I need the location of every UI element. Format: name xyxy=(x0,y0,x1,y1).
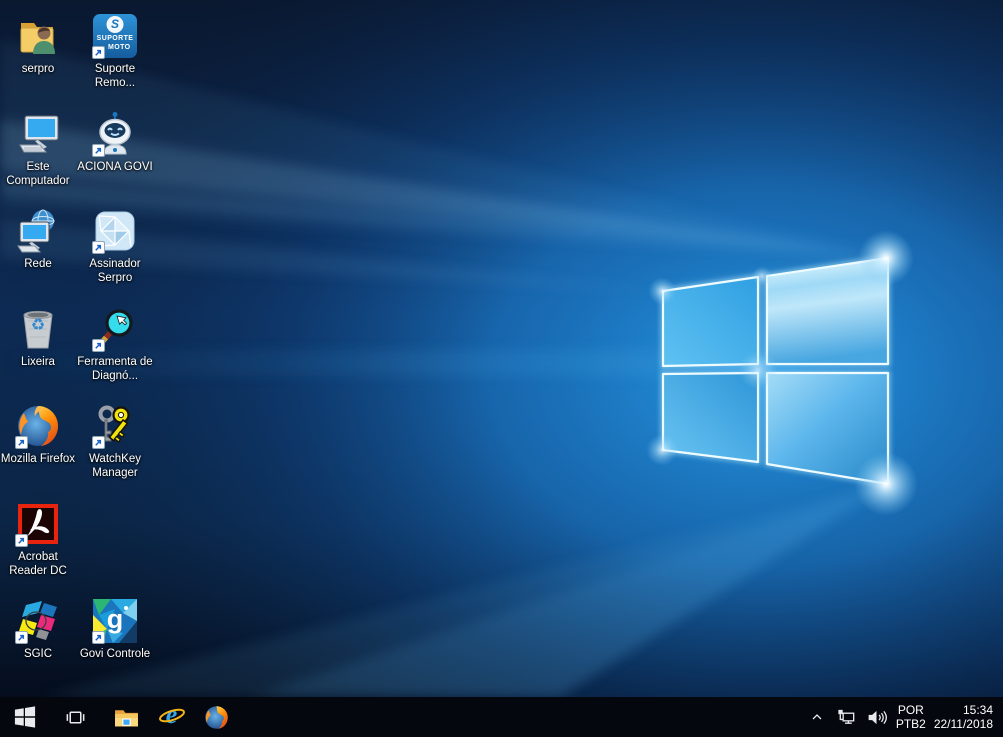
user-folder-icon xyxy=(14,12,62,60)
taskbar: e POR PTB2 15:34 22/11/2018 xyxy=(0,697,1003,737)
firefox-button[interactable] xyxy=(194,697,239,737)
shortcut-arrow-icon xyxy=(92,241,105,254)
desktop-icon-sgic[interactable]: SGIC xyxy=(0,597,76,662)
internet-explorer-button[interactable]: e xyxy=(149,697,194,737)
firefox-icon xyxy=(14,402,62,450)
shortcut-arrow-icon xyxy=(92,436,105,449)
suporte-remoto-tile-icon: S SUPORTE MOTO xyxy=(91,12,139,60)
ie-icon: e xyxy=(158,700,186,731)
recycle-bin-icon: ♻ xyxy=(14,305,62,353)
suporte-logo-letter: S xyxy=(106,16,124,33)
desktop-icon-aciona-govi[interactable]: ACIONA GOVI xyxy=(77,110,153,175)
shortcut-arrow-icon xyxy=(92,46,105,59)
clock-date: 22/11/2018 xyxy=(933,717,993,731)
desktop-icon-label: Govi Controle xyxy=(79,648,151,660)
clock[interactable]: 15:34 22/11/2018 xyxy=(934,703,993,732)
windows-logo-icon xyxy=(14,706,35,728)
speaker-icon xyxy=(868,710,888,724)
clock-time: 15:34 xyxy=(962,702,993,717)
shortcut-arrow-icon xyxy=(92,339,105,352)
language-indicator[interactable]: POR PTB2 xyxy=(896,703,926,732)
folder-icon xyxy=(115,709,138,726)
start-button[interactable] xyxy=(2,697,47,737)
magnifier-icon xyxy=(91,305,139,353)
firefox-icon xyxy=(205,705,228,729)
windows-desktop: serpro S SUPORTE MOTO Suporte Remo... Es… xyxy=(0,0,1003,737)
desktop-icon-label: Assinador Serpro xyxy=(89,258,141,284)
desktop-icon-label: Suporte Remo... xyxy=(94,63,136,89)
shortcut-arrow-icon xyxy=(92,631,105,644)
task-view-button[interactable] xyxy=(53,697,98,737)
network-ethernet-icon xyxy=(838,709,855,724)
desktop-icon-este-computador[interactable]: Este Computador xyxy=(0,110,76,188)
task-view-icon xyxy=(66,710,85,724)
desktop-icon-watchkey-manager[interactable]: WatchKey Manager xyxy=(77,402,153,480)
desktop-icon-label: Lixeira xyxy=(21,356,55,368)
desktop-icon-label: ACIONA GOVI xyxy=(77,161,153,173)
keys-icon xyxy=(91,402,139,450)
desktop-icon-rede[interactable]: Rede xyxy=(0,207,76,272)
desktop-icon-label: Este Computador xyxy=(6,161,70,187)
shortcut-arrow-icon xyxy=(15,631,28,644)
recycle-symbol-icon: ♻ xyxy=(30,317,46,334)
chevron-up-icon xyxy=(812,714,822,720)
acrobat-icon xyxy=(14,500,62,548)
tray-overflow-button[interactable] xyxy=(806,706,828,728)
tile-text-line2: MOTO xyxy=(108,44,131,51)
desktop-icon-label: SGIC xyxy=(23,648,53,660)
volume-tray-button[interactable] xyxy=(866,706,888,728)
keyboard-layout: PTB2 xyxy=(895,717,926,731)
desktop-icon-label: Rede xyxy=(24,258,52,270)
system-tray: POR PTB2 15:34 22/11/2018 xyxy=(806,703,1003,732)
desktop-icon-mozilla-firefox[interactable]: Mozilla Firefox xyxy=(0,402,76,467)
govi-tile-icon: g xyxy=(91,597,139,645)
shortcut-arrow-icon xyxy=(15,436,28,449)
computer-icon xyxy=(14,110,62,158)
desktop-icon-label: Ferramenta de Diagnó... xyxy=(77,356,153,382)
desktop-icon-lixeira[interactable]: ♻ Lixeira xyxy=(0,305,76,370)
desktop-icon-label: Mozilla Firefox xyxy=(0,453,76,465)
desktop-icon-govi-controle[interactable]: g Govi Controle xyxy=(77,597,153,662)
diamond-icon xyxy=(91,207,139,255)
desktop-icon-assinador-serpro[interactable]: Assinador Serpro xyxy=(77,207,153,285)
desktop-icon-label: Acrobat Reader DC xyxy=(9,551,67,577)
language-code: POR xyxy=(897,702,924,717)
desktop-icon-serpro[interactable]: serpro xyxy=(0,12,76,77)
tile-text-line1: SUPORTE xyxy=(96,35,134,42)
file-explorer-button[interactable] xyxy=(104,697,149,737)
desktop-icon-suporte-remoto[interactable]: S SUPORTE MOTO Suporte Remo... xyxy=(77,12,153,90)
desktop-icon-acrobat-reader[interactable]: Acrobat Reader DC xyxy=(0,500,76,578)
shortcut-arrow-icon xyxy=(92,144,105,157)
desktop-icon-label: serpro xyxy=(21,63,55,75)
sgic-icon xyxy=(14,597,62,645)
network-globe-icon xyxy=(14,207,62,255)
network-tray-button[interactable] xyxy=(836,706,858,728)
desktop-icon-label: WatchKey Manager xyxy=(89,453,141,479)
desktop-icon-ferramenta-diagnostico[interactable]: Ferramenta de Diagnó... xyxy=(77,305,153,383)
robot-icon xyxy=(91,110,139,158)
govi-logo-dot xyxy=(124,606,128,610)
shortcut-arrow-icon xyxy=(15,534,28,547)
